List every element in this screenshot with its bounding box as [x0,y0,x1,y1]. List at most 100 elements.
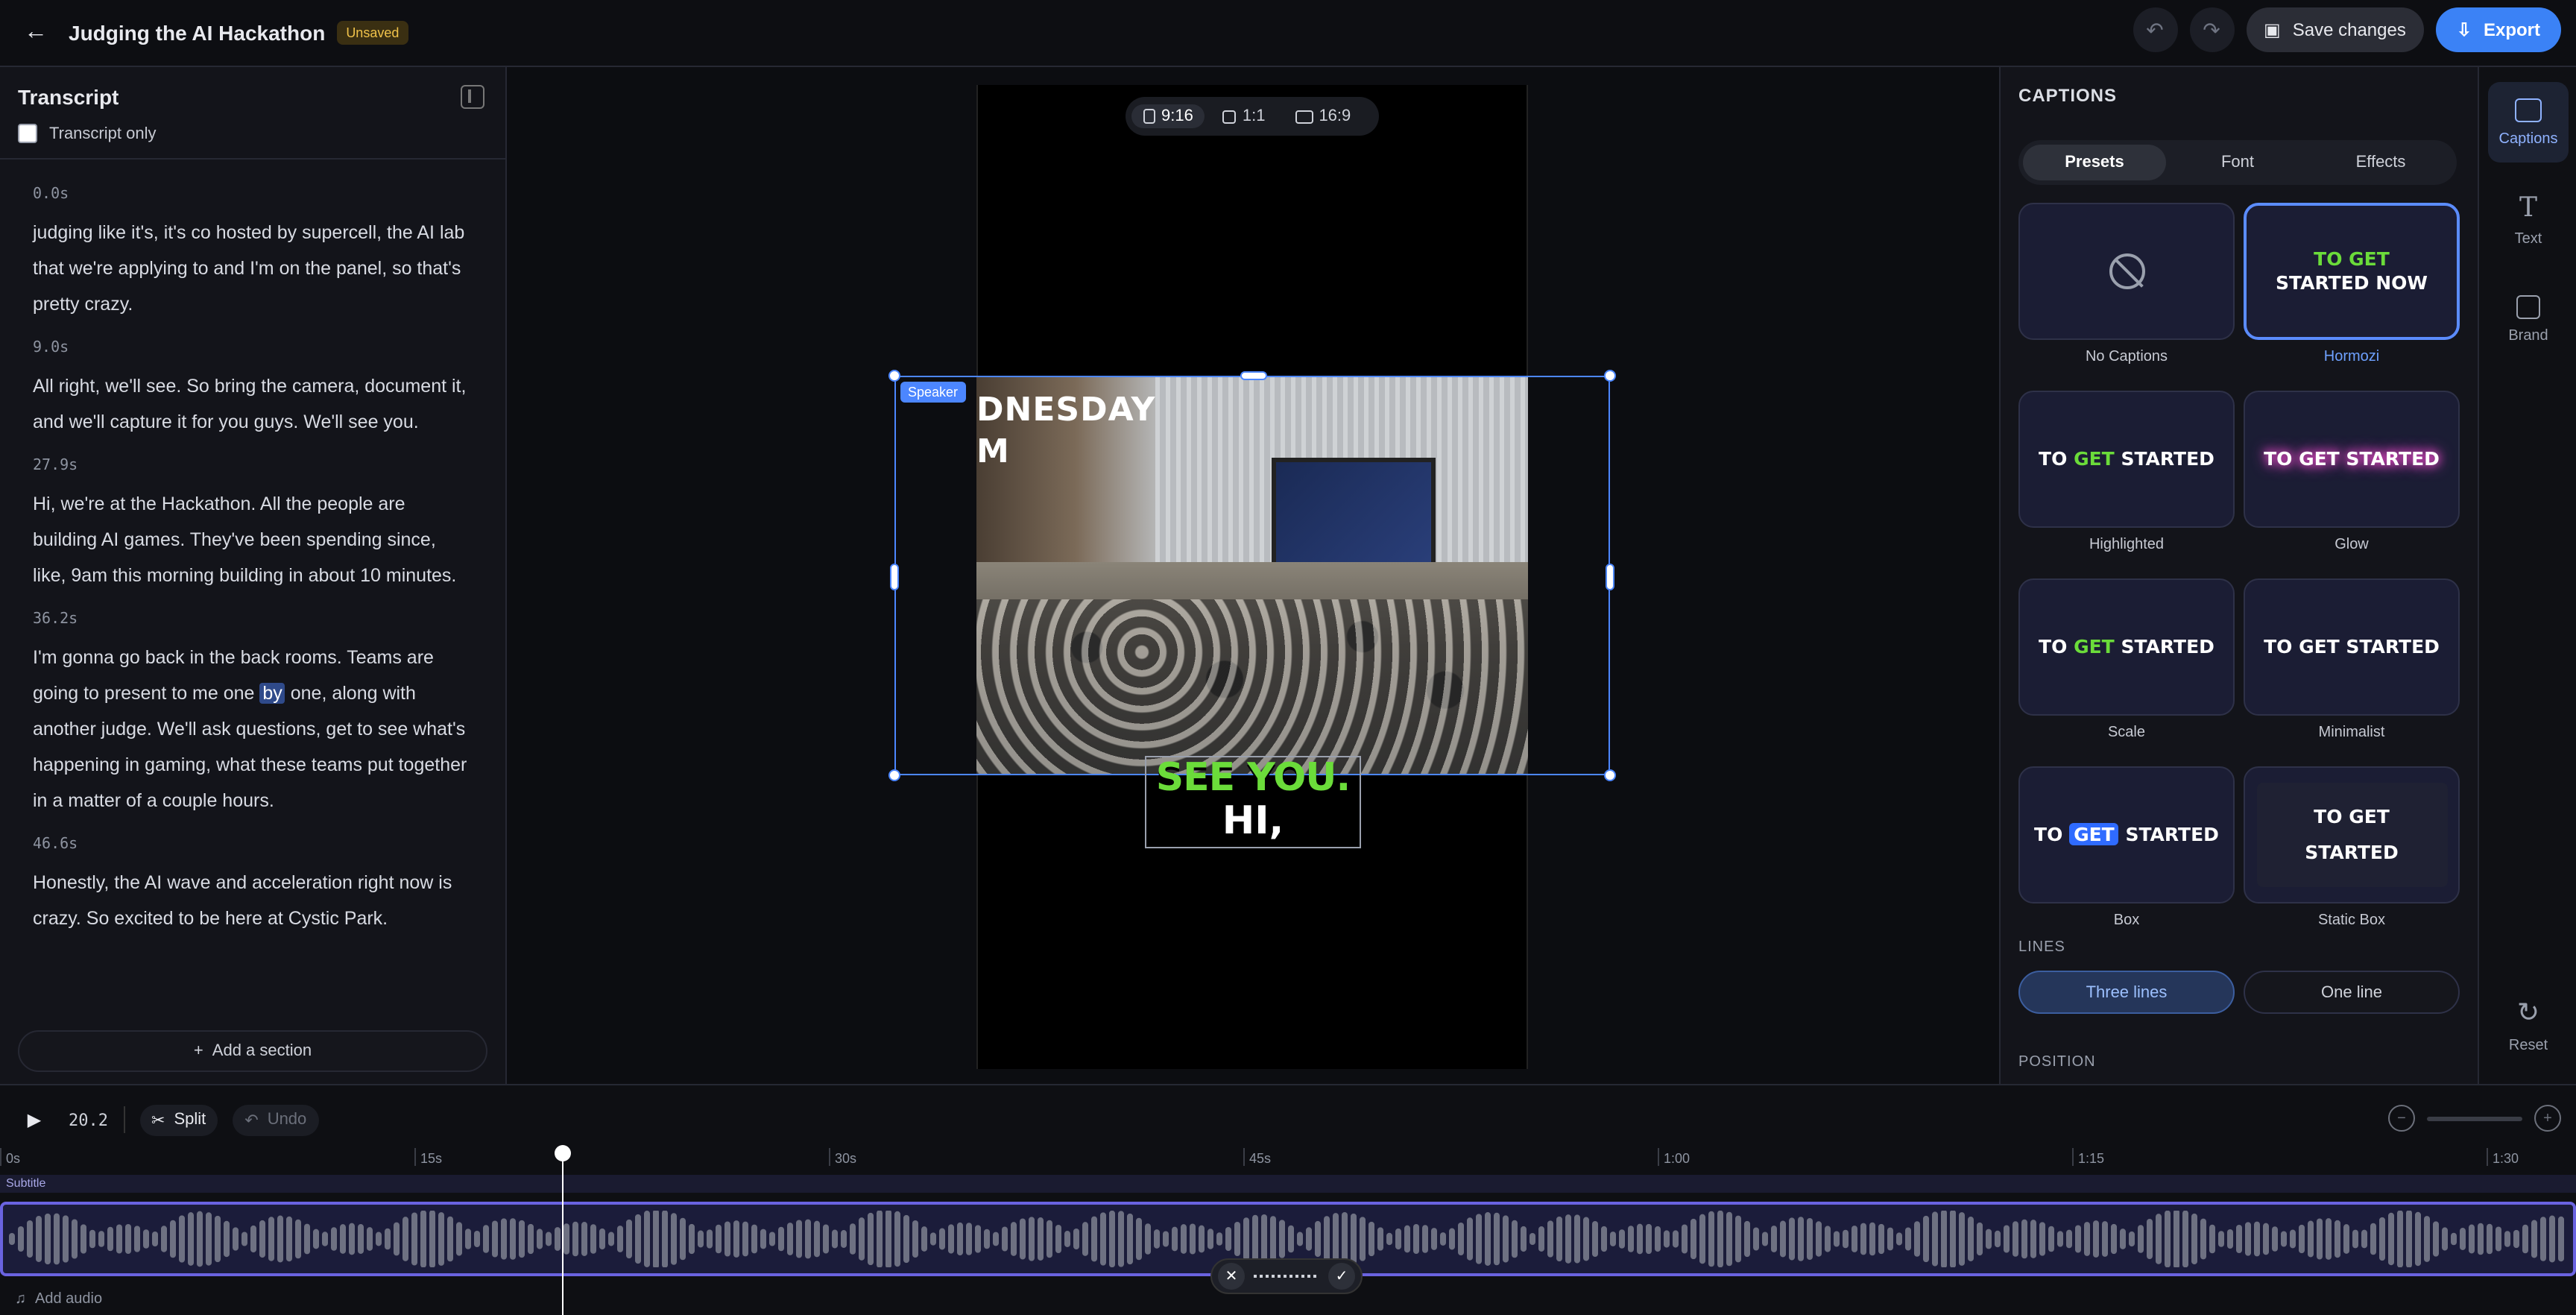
current-word-highlight[interactable]: by [259,683,285,704]
preset-card[interactable]: TO GET STARTED [2018,391,2235,528]
add-audio-button[interactable]: ♫ Add audio [15,1291,102,1308]
preset-glow[interactable]: TO GET STARTED Glow [2244,391,2460,553]
preset-name: Static Box [2317,912,2386,929]
tab-presets[interactable]: Presets [2023,145,2166,180]
preset-name: Minimalist [2318,725,2385,741]
preset-highlighted[interactable]: TO GET STARTED Highlighted [2018,391,2235,553]
preset-card[interactable]: TO GET STARTED [2018,766,2235,904]
preset-static-box[interactable]: TO GET STARTED Static Box [2244,766,2460,929]
preset-card[interactable]: TO GET STARTED [2244,766,2460,904]
unsaved-badge: Unsaved [337,21,408,45]
waveform-bar [1431,1228,1437,1250]
rail-text[interactable]: T Text [2488,180,2569,261]
preset-no-captions[interactable]: No Captions [2018,203,2235,365]
preset-name: Glow [2334,537,2369,553]
resize-handle-top-right[interactable] [1604,370,1616,382]
zoom-in-icon[interactable]: + [2534,1105,2561,1132]
waveform-bar [2397,1211,2403,1267]
resize-handle-top[interactable] [1240,371,1267,380]
one-line-button[interactable]: One line [2244,971,2460,1014]
transcript-header: Transcript Transcript only [0,67,505,160]
aspect-16-9-option[interactable]: 16:9 [1283,104,1363,128]
waveform-bar [1619,1229,1625,1249]
tab-font[interactable]: Font [2166,145,2309,180]
hormozi-sample-line-2: STARTED NOW [2276,271,2428,294]
split-button[interactable]: ✂ Split [139,1104,218,1135]
preset-card[interactable]: TO GET STARTED [2244,391,2460,528]
tab-effects[interactable]: Effects [2309,145,2452,180]
caption-preview[interactable]: SEE YOU. HI, [1145,756,1361,848]
waveform-bar [1968,1217,1974,1261]
waveform-bar [1458,1222,1464,1256]
aspect-9-16-option[interactable]: 9:16 [1131,104,1205,128]
waveform-bar [1440,1232,1446,1246]
project-title: Judging the AI Hackathon [69,21,326,45]
save-label: Save changes [2292,19,2406,40]
aspect-1-1-option[interactable]: 1:1 [1211,104,1278,128]
save-changes-button[interactable]: ▣ Save changes [2246,7,2424,52]
rail-reset-label: Reset [2508,1038,2548,1054]
undo-button[interactable]: ↶ Undo [233,1104,319,1135]
segment-text[interactable]: Honestly, the AI wave and acceleration r… [33,865,473,936]
transcript-only-checkbox[interactable] [18,124,37,143]
waveform-bar [537,1229,543,1249]
resize-handle-left[interactable] [890,564,899,590]
rail-captions[interactable]: Captions [2488,82,2569,163]
transcript-segment[interactable]: 36.2s I'm gonna go back in the back room… [33,611,473,819]
preset-card[interactable]: TO GET STARTED [2018,578,2235,716]
waveform-bar [1896,1232,1902,1246]
zoom-out-icon[interactable]: − [2388,1105,2415,1132]
waveform-bar [1789,1217,1795,1261]
waveform-bar [1181,1224,1187,1254]
resize-handle-bottom-right[interactable] [1604,769,1616,781]
undo-icon[interactable]: ↶ [2133,7,2178,52]
waveform-bar [1288,1225,1294,1253]
waveform-bar [1690,1218,1696,1260]
segment-text[interactable]: All right, we'll see. So bring the camer… [33,368,473,440]
waveform-bar [2156,1214,2162,1264]
cancel-icon[interactable]: ✕ [1218,1263,1245,1290]
preset-box[interactable]: TO GET STARTED Box [2018,766,2235,929]
waveform-bar [474,1230,480,1248]
play-icon[interactable]: ▶ [15,1100,54,1139]
transcript-list: 0.0s judging like it's, it's co hosted b… [0,160,505,1009]
collapse-panel-icon[interactable] [461,85,484,109]
preset-hormozi[interactable]: TO GET STARTED NOW Hormozi [2244,203,2460,365]
resize-handle-bottom-left[interactable] [888,769,900,781]
segment-text[interactable]: judging like it's, it's co hosted by sup… [33,215,473,322]
transcript-segment[interactable]: 46.6s Honestly, the AI wave and accelera… [33,836,473,936]
segment-text[interactable]: Hi, we're at the Hackathon. All the peop… [33,486,473,593]
waveform-bar [1565,1214,1571,1264]
waveform-bar [1860,1223,1866,1255]
transcript-only-toggle[interactable]: Transcript only [18,124,487,143]
add-section-button[interactable]: + Add a section [18,1030,487,1072]
preset-card[interactable]: TO GET STARTED [2244,578,2460,716]
zoom-slider[interactable] [2427,1116,2522,1120]
resize-handle-right[interactable] [1606,564,1614,590]
transcript-segment[interactable]: 9.0s All right, we'll see. So bring the … [33,340,473,440]
time-ruler[interactable]: 0s 15s 30s 45s 1:00 1:15 1:30 [0,1145,2576,1172]
waveform-bar [2021,1219,2027,1259]
rail-brand[interactable]: Brand [2488,279,2569,359]
segment-text[interactable]: I'm gonna go back in the back rooms. Tea… [33,640,473,819]
preset-scale[interactable]: TO GET STARTED Scale [2018,578,2235,741]
export-button[interactable]: ⇩ Export [2435,7,2561,52]
back-arrow-icon[interactable]: ← [18,15,54,51]
playhead-handle[interactable] [555,1145,571,1161]
selection-box[interactable]: Speaker [888,370,1616,781]
redo-icon[interactable]: ↷ [2189,7,2235,52]
three-lines-button[interactable]: Three lines [2018,971,2235,1014]
subtitle-track[interactable]: Subtitle [0,1175,2576,1193]
waveform-bar [894,1211,900,1267]
preset-minimalist[interactable]: TO GET STARTED Minimalist [2244,578,2460,741]
transcript-segment[interactable]: 27.9s Hi, we're at the Hackathon. All th… [33,458,473,593]
waveform-bar [1002,1226,1008,1252]
preset-card[interactable] [2018,203,2235,340]
resize-handle-top-left[interactable] [888,370,900,382]
transcript-segment[interactable]: 0.0s judging like it's, it's co hosted b… [33,186,473,322]
waveform-bar [733,1220,739,1258]
waveform-bar [939,1228,945,1250]
rail-reset[interactable]: ↻ Reset [2488,986,2569,1066]
preset-card[interactable]: TO GET STARTED NOW [2244,203,2460,340]
confirm-icon[interactable]: ✓ [1328,1263,1355,1290]
